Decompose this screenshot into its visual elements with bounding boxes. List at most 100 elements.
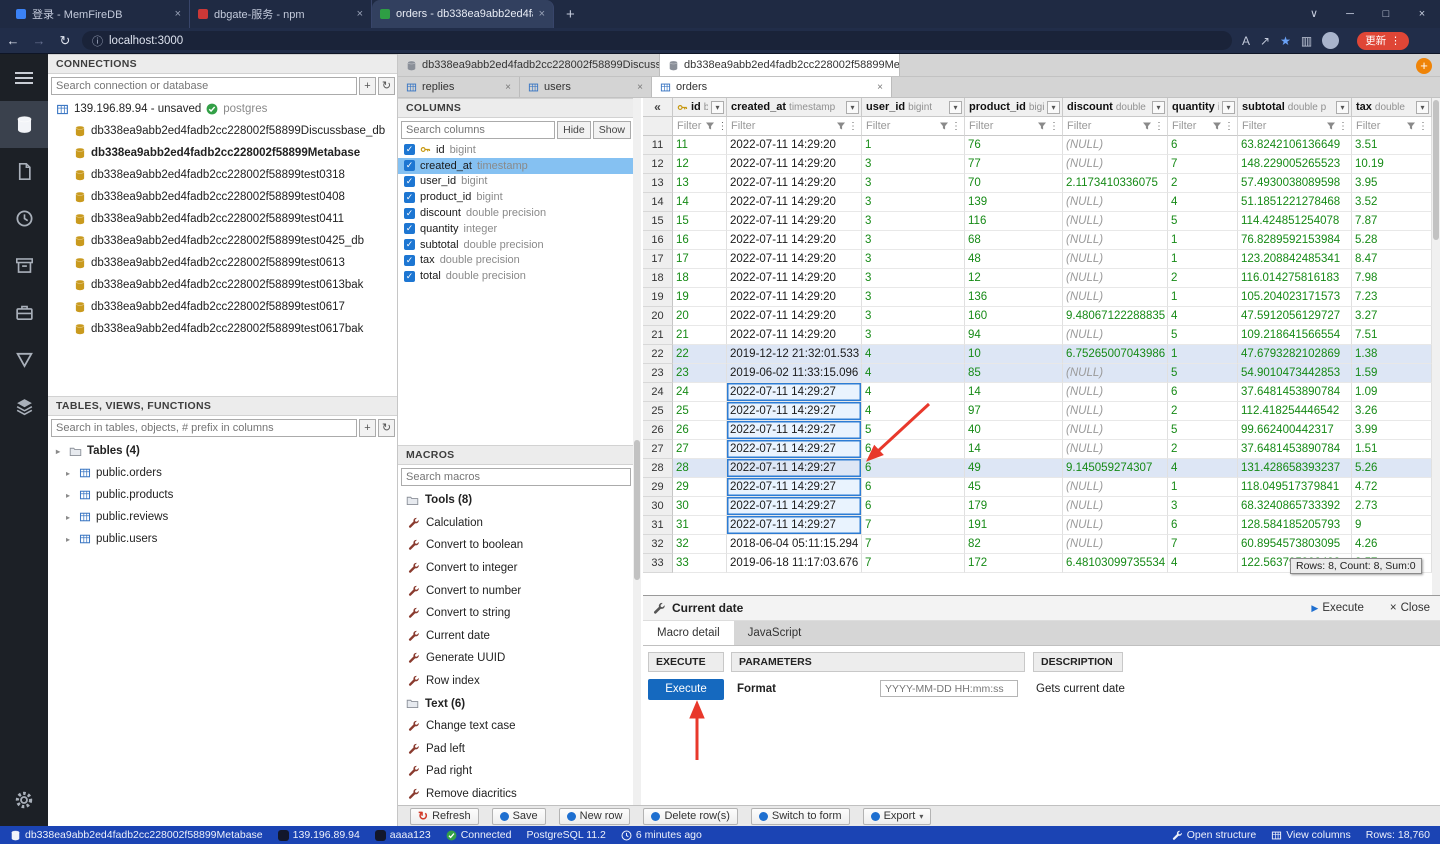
data-cell[interactable]: 6 bbox=[1168, 516, 1238, 535]
data-cell[interactable]: 85 bbox=[965, 364, 1063, 383]
data-cell[interactable]: 128.584185205793 bbox=[1238, 516, 1352, 535]
data-cell[interactable]: 2022-07-11 14:29:27 bbox=[727, 421, 862, 440]
data-cell[interactable]: 48 bbox=[965, 250, 1063, 269]
add-table-button[interactable]: + bbox=[359, 419, 376, 437]
checkbox-checked-icon[interactable]: ✓ bbox=[404, 175, 415, 187]
data-cell[interactable]: 68 bbox=[965, 231, 1063, 250]
table-item[interactable]: ▸ public.orders bbox=[48, 462, 397, 484]
data-cell[interactable]: 1 bbox=[862, 136, 965, 155]
macro-item[interactable]: Generate UUID bbox=[398, 647, 633, 670]
column-item[interactable]: ✓ user_id bigint bbox=[398, 174, 633, 190]
data-cell[interactable]: 29 bbox=[673, 478, 727, 497]
filter-funnel-icon[interactable] bbox=[939, 121, 949, 131]
data-cell[interactable]: 3.95 bbox=[1352, 174, 1432, 193]
data-cell[interactable]: 160 bbox=[965, 307, 1063, 326]
data-cell[interactable]: 2022-07-11 14:29:20 bbox=[727, 155, 862, 174]
data-cell[interactable]: 2 bbox=[1168, 440, 1238, 459]
data-cell[interactable]: 172 bbox=[965, 554, 1063, 573]
data-cell[interactable]: 2022-07-11 14:29:20 bbox=[727, 326, 862, 345]
history-icon[interactable] bbox=[0, 195, 48, 242]
data-cell[interactable]: 1 bbox=[1168, 250, 1238, 269]
data-cell[interactable]: 109.218641566554 bbox=[1238, 326, 1352, 345]
data-cell[interactable]: 2 bbox=[1168, 174, 1238, 193]
data-cell[interactable]: 9.145059274307 bbox=[1063, 459, 1168, 478]
data-cell[interactable]: (NULL) bbox=[1063, 402, 1168, 421]
statusbar-item[interactable]: db338ea9abb2ed4fadb2cc228002f58899Metaba… bbox=[10, 829, 263, 841]
column-dropdown-icon[interactable]: ▾ bbox=[1047, 100, 1060, 114]
column-header-tax[interactable]: tax double ▾ bbox=[1352, 98, 1432, 117]
data-cell[interactable]: 4.72 bbox=[1352, 478, 1432, 497]
data-cell[interactable]: 4 bbox=[862, 345, 965, 364]
data-cell[interactable]: 6 bbox=[1168, 383, 1238, 402]
switch-to-form-button[interactable]: Switch to form bbox=[750, 807, 850, 825]
macro-item[interactable]: Remove diacritics bbox=[398, 783, 633, 806]
row-number[interactable]: 15 bbox=[643, 212, 673, 231]
execute-button[interactable]: Execute bbox=[648, 679, 724, 700]
data-cell[interactable]: (NULL) bbox=[1063, 535, 1168, 554]
reload-icon[interactable]: ↻ bbox=[52, 33, 78, 49]
data-cell[interactable]: (NULL) bbox=[1063, 516, 1168, 535]
tab-close-icon[interactable]: × bbox=[539, 8, 545, 20]
data-cell[interactable]: 2022-07-11 14:29:20 bbox=[727, 250, 862, 269]
refresh-button[interactable]: ↻ Refresh bbox=[410, 807, 479, 825]
macro-item[interactable]: Calculation bbox=[398, 512, 633, 535]
data-cell[interactable]: 10.19 bbox=[1352, 155, 1432, 174]
database-item[interactable]: db338ea9abb2ed4fadb2cc228002f58899test04… bbox=[48, 230, 397, 252]
data-cell[interactable]: 47.6793282102869 bbox=[1238, 345, 1352, 364]
menu-dots-icon[interactable]: ⋮ bbox=[1390, 35, 1401, 47]
database-item[interactable]: db338ea9abb2ed4fadb2cc228002f58899test04… bbox=[48, 208, 397, 230]
data-cell[interactable]: (NULL) bbox=[1063, 364, 1168, 383]
data-cell[interactable]: 191 bbox=[965, 516, 1063, 535]
data-cell[interactable]: 5 bbox=[1168, 326, 1238, 345]
data-cell[interactable]: 3 bbox=[862, 231, 965, 250]
gear-icon[interactable] bbox=[0, 780, 48, 820]
data-cell[interactable]: 3 bbox=[862, 155, 965, 174]
data-cell[interactable]: 105.204023171573 bbox=[1238, 288, 1352, 307]
filter-cell[interactable]: Filter ⋮ bbox=[727, 117, 862, 136]
data-cell[interactable]: 14 bbox=[965, 440, 1063, 459]
refresh-tables-icon[interactable]: ↻ bbox=[378, 419, 395, 437]
avatar[interactable] bbox=[1322, 32, 1340, 49]
row-number[interactable]: 21 bbox=[643, 326, 673, 345]
browser-tab[interactable]: dbgate-服务 - npm × bbox=[190, 0, 372, 28]
file-icon[interactable] bbox=[0, 148, 48, 195]
statusbar-item[interactable]: 6 minutes ago bbox=[621, 829, 702, 841]
data-cell[interactable]: 2022-07-11 14:29:20 bbox=[727, 136, 862, 155]
data-cell[interactable]: 3 bbox=[862, 212, 965, 231]
data-cell[interactable]: 4 bbox=[862, 383, 965, 402]
data-cell[interactable]: 3 bbox=[862, 193, 965, 212]
row-number[interactable]: 25 bbox=[643, 402, 673, 421]
data-cell[interactable]: 3 bbox=[862, 269, 965, 288]
data-cell[interactable]: 26 bbox=[673, 421, 727, 440]
checkbox-checked-icon[interactable]: ✓ bbox=[404, 223, 415, 235]
data-cell[interactable]: 6 bbox=[1168, 136, 1238, 155]
data-cell[interactable]: 97 bbox=[965, 402, 1063, 421]
data-cell[interactable]: 114.424851254078 bbox=[1238, 212, 1352, 231]
data-cell[interactable]: 3 bbox=[862, 174, 965, 193]
filter-funnel-icon[interactable] bbox=[836, 121, 846, 131]
filter-funnel-icon[interactable] bbox=[1406, 121, 1416, 131]
data-cell[interactable]: 17 bbox=[673, 250, 727, 269]
data-cell[interactable]: 1.38 bbox=[1352, 345, 1432, 364]
macro-detail-tab[interactable]: JavaScript bbox=[734, 621, 816, 645]
data-cell[interactable]: 10 bbox=[965, 345, 1063, 364]
data-cell[interactable]: 3 bbox=[862, 326, 965, 345]
triangle-icon[interactable] bbox=[0, 336, 48, 383]
data-cell[interactable]: (NULL) bbox=[1063, 136, 1168, 155]
data-cell[interactable]: 2022-07-11 14:29:20 bbox=[727, 307, 862, 326]
data-cell[interactable]: 7.23 bbox=[1352, 288, 1432, 307]
data-cell[interactable]: 2022-07-11 14:29:20 bbox=[727, 269, 862, 288]
data-cell[interactable]: 25 bbox=[673, 402, 727, 421]
column-header-product_id[interactable]: product_idbigint▾ bbox=[965, 98, 1063, 117]
filter-funnel-icon[interactable] bbox=[705, 121, 715, 131]
filter-menu-icon[interactable]: ⋮ bbox=[1154, 121, 1164, 132]
data-cell[interactable]: (NULL) bbox=[1063, 193, 1168, 212]
columns-search-input[interactable] bbox=[401, 121, 556, 139]
browser-tab[interactable]: orders - db338ea9abb2ed4fad × bbox=[372, 0, 554, 28]
data-cell[interactable]: 179 bbox=[965, 497, 1063, 516]
macro-item[interactable]: Pad right bbox=[398, 760, 633, 783]
table-item[interactable]: ▸ public.users bbox=[48, 528, 397, 550]
data-cell[interactable]: 18 bbox=[673, 269, 727, 288]
data-cell[interactable]: 3.99 bbox=[1352, 421, 1432, 440]
data-cell[interactable]: 148.229005265523 bbox=[1238, 155, 1352, 174]
